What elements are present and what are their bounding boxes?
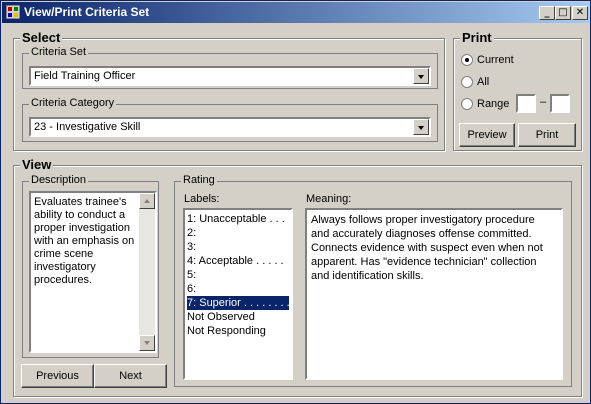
meaning-header: Meaning:: [306, 193, 352, 205]
rating-label-item[interactable]: 7: Superior . . . . . . . .: [187, 296, 289, 310]
radio-all[interactable]: [461, 76, 473, 88]
labels-header: Labels:: [184, 193, 220, 205]
title-bar[interactable]: View/Print Criteria Set _ □ ✕: [2, 2, 589, 23]
criteria-set-dropdown[interactable]: Field Training Officer: [29, 66, 431, 86]
meaning-text: Always follows proper investigatory proc…: [311, 214, 543, 282]
select-group: Select Criteria Set Field Training Offic…: [13, 30, 445, 151]
rating-label-item[interactable]: Not Observed: [187, 310, 289, 324]
window-title: View/Print Criteria Set: [24, 5, 150, 19]
meaning-textbox[interactable]: Always follows proper investigatory proc…: [305, 208, 563, 380]
rating-label-item[interactable]: 2:: [187, 226, 289, 240]
next-button[interactable]: Next: [94, 364, 167, 388]
rating-label: Rating: [181, 174, 217, 186]
main-window: View/Print Criteria Set _ □ ✕ Select Cri…: [0, 0, 591, 404]
radio-range[interactable]: [461, 98, 473, 110]
close-button[interactable]: ✕: [572, 6, 588, 20]
criteria-category-dropdown[interactable]: 23 - Investigative Skill: [29, 117, 431, 137]
criteria-category-group: Criteria Category 23 - Investigative Ski…: [22, 97, 438, 142]
criteria-set-label: Criteria Set: [29, 46, 89, 58]
maximize-button[interactable]: □: [555, 6, 571, 20]
rating-label-item[interactable]: 4: Acceptable . . . . .: [187, 254, 289, 268]
view-group: View Description Evaluates trainee's abi…: [13, 157, 582, 397]
criteria-set-value: Field Training Officer: [34, 70, 136, 82]
description-textbox[interactable]: Evaluates trainee's ability to conduct a…: [29, 191, 157, 353]
print-group: Print Current All Range – Preview Print: [453, 30, 582, 151]
minimize-button[interactable]: _: [539, 6, 555, 20]
rating-label-item[interactable]: 3:: [187, 240, 289, 254]
criteria-set-group: Criteria Set Field Training Officer: [22, 46, 438, 89]
preview-button[interactable]: Preview: [459, 123, 515, 147]
criteria-category-value: 23 - Investigative Skill: [34, 121, 141, 133]
scroll-down-icon[interactable]: [139, 335, 155, 351]
chevron-down-icon[interactable]: [413, 119, 429, 135]
criteria-category-label: Criteria Category: [29, 97, 117, 109]
rating-label-item[interactable]: 1: Unacceptable . . .: [187, 212, 289, 226]
view-group-title: View: [20, 157, 54, 172]
radio-all-label: All: [477, 76, 490, 88]
radio-current[interactable]: [461, 54, 473, 66]
labels-listbox[interactable]: 1: Unacceptable . . . 2: 3: 4: Acceptable .…: [183, 208, 293, 380]
radio-current-label: Current: [477, 54, 514, 66]
previous-button[interactable]: Previous: [21, 364, 94, 388]
select-group-title: Select: [20, 30, 63, 45]
app-icon: [6, 5, 20, 19]
rating-label-item[interactable]: 6:: [187, 282, 289, 296]
rating-group: Rating Labels: Meaning: 1: Unacceptable …: [174, 174, 572, 387]
print-group-title: Print: [460, 30, 494, 45]
scroll-up-icon[interactable]: [139, 193, 155, 209]
radio-range-label: Range: [477, 98, 510, 110]
description-text: Evaluates trainee's ability to conduct a…: [34, 196, 135, 286]
range-separator: –: [540, 96, 547, 108]
print-button[interactable]: Print: [518, 123, 576, 147]
rating-label-item[interactable]: 5:: [187, 268, 289, 282]
description-scrollbar[interactable]: [139, 193, 155, 351]
rating-label-item[interactable]: Not Responding: [187, 324, 289, 338]
chevron-down-icon[interactable]: [413, 68, 429, 84]
range-to-field[interactable]: [550, 94, 570, 113]
description-group: Description Evaluates trainee's ability …: [22, 174, 159, 358]
description-label: Description: [29, 174, 89, 186]
range-from-field[interactable]: [516, 94, 536, 113]
